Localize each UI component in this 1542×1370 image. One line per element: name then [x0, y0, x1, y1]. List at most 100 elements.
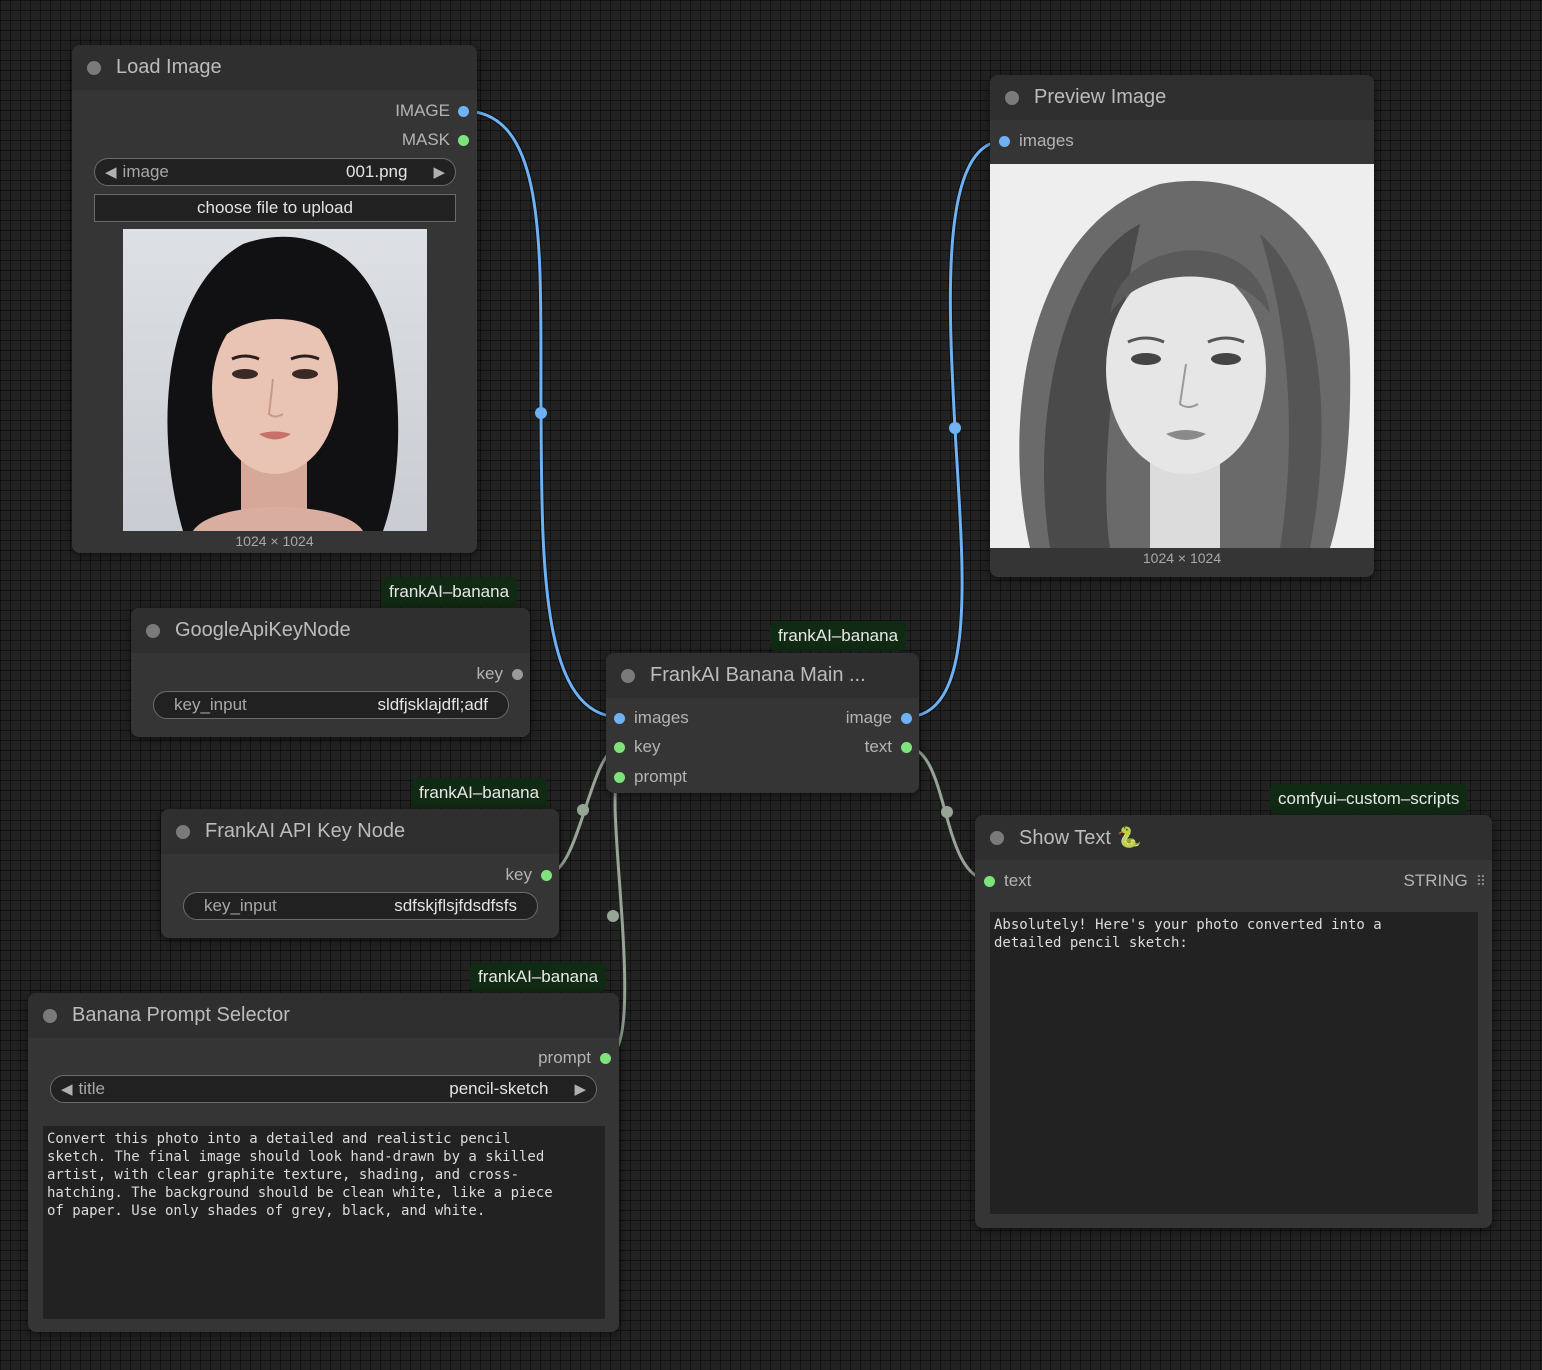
loaded-image [123, 229, 427, 531]
node-header[interactable]: Preview Image [990, 75, 1374, 120]
input-slot-key[interactable]: key [614, 735, 660, 759]
output-slot-key[interactable]: key [477, 662, 523, 686]
node-header[interactable]: Banana Prompt Selector [28, 993, 619, 1038]
banana-main-node[interactable]: FrankAI Banana Main ... images key promp… [606, 653, 919, 793]
prompt-textarea[interactable]: Convert this photo into a detailed and r… [43, 1126, 605, 1319]
slot-label: IMAGE [395, 101, 450, 120]
widget-value: 001.png [346, 162, 408, 181]
slot-label: text [1004, 871, 1032, 890]
collapse-toggle[interactable] [146, 623, 160, 638]
node-source-badge: comfyui–custom–scripts [1270, 784, 1468, 814]
slot-label: key [634, 737, 661, 756]
upload-button[interactable]: choose file to upload [94, 194, 456, 222]
output-slot-key[interactable]: key [506, 863, 552, 887]
collapse-toggle[interactable] [43, 1008, 57, 1023]
slot-label: key [505, 865, 532, 884]
collapse-toggle[interactable] [176, 824, 190, 839]
wire-midpoint[interactable] [941, 806, 953, 818]
slot-dot[interactable] [600, 1052, 611, 1064]
node-title: Show Text 🐍 [1019, 827, 1142, 849]
slot-label: text [864, 737, 892, 756]
slot-dot[interactable] [458, 105, 469, 117]
node-title: FrankAI API Key Node [205, 820, 406, 842]
slot-dot[interactable] [614, 712, 625, 724]
slot-dot[interactable] [512, 668, 523, 680]
node-source-badge: frankAI–banana [381, 577, 518, 607]
title-select-widget[interactable]: ◀ title pencil-sketch ▶ [50, 1075, 597, 1103]
slot-label: prompt [634, 767, 687, 786]
wire-midpoint[interactable] [949, 422, 961, 434]
node-source-badge: frankAI–banana [411, 778, 548, 808]
frankai-api-key-node[interactable]: FrankAI API Key Node key key_input sdfsk… [161, 809, 559, 938]
collapse-toggle[interactable] [990, 830, 1004, 845]
slot-label: STRING [1403, 871, 1468, 890]
slot-label: image [845, 708, 892, 727]
arrow-right-icon[interactable]: ▶ [433, 163, 445, 181]
node-header[interactable]: FrankAI Banana Main ... [606, 653, 919, 698]
node-source-badge: frankAI–banana [770, 621, 907, 651]
input-slot-text[interactable]: text [984, 869, 1031, 893]
node-title: FrankAI Banana Main ... [650, 664, 866, 686]
arrow-right-icon[interactable]: ▶ [574, 1080, 586, 1098]
google-api-key-node[interactable]: GoogleApiKeyNode key key_input sldfjskla… [131, 608, 530, 737]
slot-label: MASK [401, 130, 450, 149]
node-title: Load Image [116, 56, 222, 78]
collapse-toggle[interactable] [1005, 90, 1019, 105]
arrow-left-icon[interactable]: ◀ [105, 163, 117, 181]
node-header[interactable]: Show Text 🐍 [975, 815, 1492, 860]
slot-dot[interactable] [901, 741, 912, 753]
slot-dot[interactable] [614, 771, 625, 783]
input-slot-images[interactable]: images [999, 129, 1074, 153]
node-title: GoogleApiKeyNode [175, 619, 351, 641]
node-header[interactable]: GoogleApiKeyNode [131, 608, 530, 653]
widget-value: pencil-sketch [449, 1079, 549, 1098]
output-slot-image[interactable]: IMAGE [395, 99, 469, 123]
slot-label: key [476, 664, 503, 683]
preview-image [990, 164, 1374, 548]
wire-midpoint[interactable] [535, 407, 547, 419]
show-text-output[interactable]: Absolutely! Here's your photo converted … [990, 912, 1478, 1214]
image-dimensions: 1024 × 1024 [1142, 550, 1222, 566]
preview-image-node[interactable]: Preview Image images 1024 × 1024 [990, 75, 1374, 577]
collapse-toggle[interactable] [87, 60, 101, 75]
slot-dot[interactable] [614, 741, 625, 753]
image-select-widget[interactable]: ◀ image 001.png ▶ [94, 158, 456, 186]
widget-value: sldfjsklajdfl;adf [377, 695, 488, 714]
widget-value: sdfskjflsjfdsdfsfs [394, 896, 517, 915]
widget-label: image [122, 162, 169, 181]
output-slot-mask[interactable]: MASK [402, 128, 469, 152]
slot-label: images [1019, 131, 1074, 150]
output-slot-text[interactable]: text [865, 735, 912, 759]
node-title: Preview Image [1034, 86, 1167, 108]
load-image-node[interactable]: Load Image IMAGE MASK ◀ image 001.png ▶ … [72, 45, 477, 553]
arrow-left-icon[interactable]: ◀ [61, 1080, 73, 1098]
prompt-selector-node[interactable]: Banana Prompt Selector prompt ◀ title pe… [28, 993, 619, 1332]
node-header[interactable]: Load Image [72, 45, 477, 90]
collapse-toggle[interactable] [621, 668, 635, 683]
widget-label: key_input [174, 695, 247, 714]
slot-label: images [634, 708, 689, 727]
wire-midpoint[interactable] [577, 804, 589, 816]
widget-label: title [78, 1079, 106, 1098]
show-text-node[interactable]: Show Text 🐍 text STRING ⠿ Absolutely! He… [975, 815, 1492, 1228]
input-slot-images[interactable]: images [614, 706, 689, 730]
slot-dot[interactable] [984, 875, 995, 887]
image-dimensions: 1024 × 1024 [235, 533, 314, 549]
wire-midpoint[interactable] [607, 910, 619, 922]
output-slot-image[interactable]: image [846, 706, 912, 730]
input-slot-prompt[interactable]: prompt [614, 765, 687, 789]
widget-label: key_input [204, 896, 277, 915]
output-slot-string[interactable]: STRING ⠿ [1404, 869, 1487, 893]
output-slot-prompt[interactable]: prompt [538, 1046, 611, 1070]
key-input-widget[interactable]: key_input sldfjsklajdfl;adf [153, 691, 509, 719]
slot-label: prompt [538, 1048, 591, 1067]
node-header[interactable]: FrankAI API Key Node [161, 809, 559, 854]
key-input-widget[interactable]: key_input sdfskjflsjfdsdfsfs [183, 892, 538, 920]
grid-icon[interactable]: ⠿ [1476, 873, 1486, 890]
slot-dot[interactable] [901, 712, 912, 724]
node-source-badge: frankAI–banana [470, 962, 607, 992]
node-title: Banana Prompt Selector [72, 1004, 290, 1026]
slot-dot[interactable] [999, 135, 1010, 147]
slot-dot[interactable] [458, 134, 469, 146]
slot-dot[interactable] [541, 869, 552, 881]
